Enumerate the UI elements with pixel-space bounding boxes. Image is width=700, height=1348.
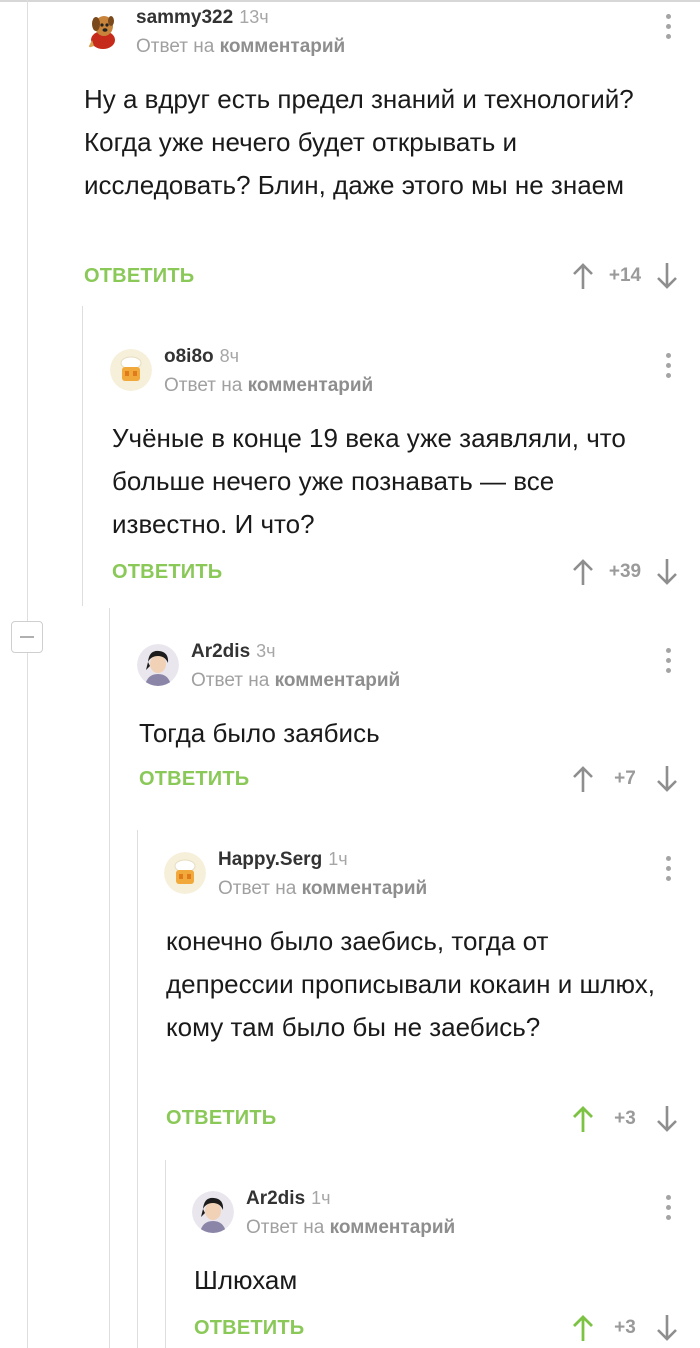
comment-time: 13ч	[239, 7, 269, 27]
author-name[interactable]: Ar2dis 3ч	[191, 641, 276, 663]
thread-line	[165, 1160, 166, 1348]
score: +7	[614, 768, 636, 789]
rating-controls: +14	[572, 261, 678, 291]
thread-line	[82, 306, 83, 606]
more-options-icon[interactable]	[666, 353, 672, 381]
default-chef-avatar-icon	[164, 852, 206, 894]
avatar[interactable]	[137, 644, 179, 686]
default-chef-avatar-icon	[110, 349, 152, 391]
comment: sammy322 13ч Ответ на комментарий Ну а вд…	[82, 7, 700, 306]
rating-controls: +3	[572, 1313, 678, 1343]
avatar[interactable]	[192, 1191, 234, 1233]
reply-to-target: комментарий	[301, 878, 428, 899]
more-options-icon[interactable]	[666, 1195, 672, 1223]
reply-to-prefix: Ответ на	[164, 375, 243, 396]
avatar[interactable]	[110, 349, 152, 391]
downvote-arrow-icon[interactable]	[656, 1314, 678, 1342]
reply-to-link[interactable]: Ответ на комментарий	[246, 1217, 455, 1239]
thread-line	[27, 0, 28, 1348]
rating-controls: +3	[572, 1104, 678, 1134]
thread-line	[137, 830, 138, 1348]
reply-button[interactable]: ОТВЕТИТЬ	[139, 768, 249, 791]
dog-avatar-icon	[82, 10, 124, 52]
comment-time: 8ч	[219, 346, 240, 366]
upvote-arrow-icon[interactable]	[572, 765, 594, 793]
upvote-arrow-icon[interactable]	[572, 262, 594, 290]
reply-to-target: комментарий	[247, 375, 374, 396]
score: +14	[608, 265, 642, 286]
author-name[interactable]: Happy.Serg 1ч	[218, 849, 348, 871]
reply-to-target: комментарий	[274, 670, 401, 691]
avatar[interactable]	[82, 10, 124, 52]
reply-to-link[interactable]: Ответ на комментарий	[191, 670, 400, 692]
comment-body: Учёные в конце 19 века уже заявляли, что…	[112, 423, 626, 539]
rating-controls: +7	[572, 764, 678, 794]
score: +3	[614, 1108, 636, 1129]
avatar[interactable]	[164, 852, 206, 894]
comment: o8i8o 8ч Ответ на комментарий Учёные в ко…	[110, 346, 700, 599]
top-divider	[0, 0, 700, 2]
more-options-icon[interactable]	[666, 14, 672, 42]
score: +39	[608, 561, 642, 582]
comment: Happy.Serg 1ч Ответ на комментарий конечн…	[164, 849, 700, 1142]
reply-to-link[interactable]: Ответ на комментарий	[164, 375, 373, 397]
upvote-arrow-icon[interactable]	[572, 558, 594, 586]
reply-button[interactable]: ОТВЕТИТЬ	[84, 265, 194, 288]
more-options-icon[interactable]	[666, 648, 672, 676]
comment-body: Ну а вдруг есть предел знаний и технолог…	[84, 84, 634, 200]
reply-button[interactable]: ОТВЕТИТЬ	[166, 1107, 276, 1130]
reply-to-prefix: Ответ на	[136, 36, 215, 57]
comment: Ar2dis 3ч Ответ на комментарий Тогда было…	[137, 641, 700, 814]
reply-button[interactable]: ОТВЕТИТЬ	[194, 1317, 304, 1340]
reply-to-prefix: Ответ на	[191, 670, 270, 691]
downvote-arrow-icon[interactable]	[656, 765, 678, 793]
reply-to-link[interactable]: Ответ на комментарий	[136, 36, 345, 58]
comment-body: Тогда было заябись	[139, 718, 380, 748]
comment-time: 3ч	[256, 641, 276, 661]
score: +3	[614, 1317, 636, 1338]
upvote-arrow-icon[interactable]	[572, 1314, 594, 1342]
upvote-arrow-icon[interactable]	[572, 1105, 594, 1133]
reply-to-prefix: Ответ на	[218, 878, 297, 899]
author-name[interactable]: o8i8o 8ч	[164, 346, 239, 368]
person-avatar-icon	[137, 644, 179, 686]
reply-to-target: комментарий	[329, 1217, 456, 1238]
downvote-arrow-icon[interactable]	[656, 1105, 678, 1133]
comment-time: 1ч	[311, 1188, 331, 1208]
author-name[interactable]: Ar2dis 1ч	[246, 1188, 331, 1210]
comment: Ar2dis 1ч Ответ на комментарий Шлюхам ОТВ…	[192, 1188, 700, 1348]
comment-time: 1ч	[328, 849, 348, 869]
reply-button[interactable]: ОТВЕТИТЬ	[112, 561, 222, 584]
author-name[interactable]: sammy322 13ч	[136, 7, 269, 29]
person-avatar-icon	[192, 1191, 234, 1233]
comment-body: конечно было заебись, тогда от депрессии…	[166, 926, 655, 1042]
thread-line	[109, 608, 110, 1348]
comment-body: Шлюхам	[194, 1265, 298, 1295]
downvote-arrow-icon[interactable]	[656, 558, 678, 586]
more-options-icon[interactable]	[666, 856, 672, 884]
downvote-arrow-icon[interactable]	[656, 262, 678, 290]
rating-controls: +39	[572, 557, 678, 587]
reply-to-link[interactable]: Ответ на комментарий	[218, 878, 427, 900]
reply-to-prefix: Ответ на	[246, 1217, 325, 1238]
collapse-thread-button[interactable]	[11, 621, 43, 653]
reply-to-target: комментарий	[219, 36, 346, 57]
